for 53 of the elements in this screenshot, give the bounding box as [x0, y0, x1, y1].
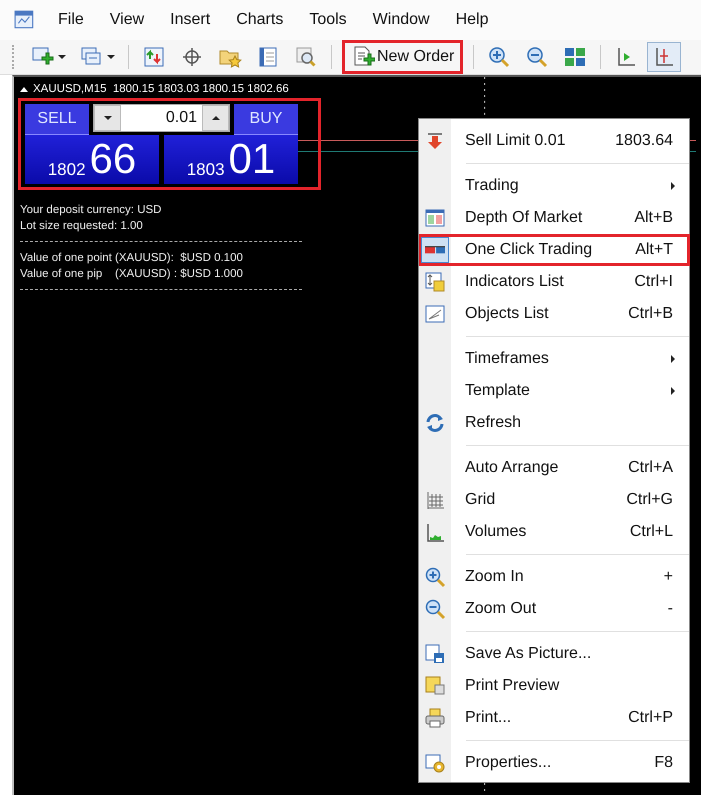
- price-digits: 01: [228, 138, 276, 180]
- refresh-icon: [424, 412, 446, 434]
- info-text: Your deposit currency: USD: [20, 203, 162, 218]
- menu-item[interactable]: Sell Limit 0.01 1803.64: [419, 125, 690, 157]
- axis-cursor-icon[interactable]: [647, 42, 682, 72]
- zoom-in-icon: [424, 566, 446, 588]
- info-text: Value of one point (XAUUSD): $USD 0.100: [20, 251, 244, 266]
- menu-item[interactable]: Objects List Ctrl+B: [419, 298, 690, 330]
- menu-item[interactable]: Depth Of Market Alt+B: [419, 202, 690, 234]
- save-picture-icon: [424, 643, 446, 665]
- info-text: Lot size requested: 1.00: [20, 219, 144, 234]
- menu-item[interactable]: Zoom Out -: [419, 593, 690, 625]
- menu-item[interactable]: View: [100, 11, 160, 29]
- menu-item[interactable]: Zoom In +: [419, 561, 690, 593]
- menu-item[interactable]: Grid Ctrl+G: [419, 484, 690, 516]
- menu-item[interactable]: Window: [362, 11, 446, 29]
- one-click-icon: [425, 246, 445, 254]
- properties-icon: [424, 752, 446, 774]
- info-text: Value of one pip (XAUUSD) : $USD 1.000: [20, 267, 244, 282]
- grid-table-icon: [424, 207, 446, 229]
- menu-item[interactable]: Template: [419, 375, 690, 407]
- price-digits: 66: [90, 138, 136, 180]
- indicator-icon: [424, 271, 446, 293]
- menu-item[interactable]: Refresh: [419, 407, 690, 439]
- app-icon: [14, 9, 36, 31]
- objects-icon: [424, 303, 446, 325]
- chart-title: XAUUSD,M15 1800.15 1803.03 1800.15 1802.66: [33, 83, 289, 95]
- menu-item[interactable]: Charts: [226, 11, 300, 29]
- menu-item[interactable]: Trading: [419, 170, 690, 202]
- menu-item[interactable]: Volumes Ctrl+L: [419, 516, 690, 548]
- menu-item[interactable]: Print Preview: [419, 670, 690, 702]
- menu-item[interactable]: Print... Ctrl+P: [419, 702, 690, 734]
- menu-item[interactable]: One Click Trading Alt+T: [419, 234, 690, 266]
- menu-item[interactable]: Insert: [160, 11, 226, 29]
- menu-item[interactable]: Save As Picture...: [419, 638, 690, 670]
- collapse-icon[interactable]: [20, 86, 28, 92]
- menu-item[interactable]: Properties... F8: [419, 747, 690, 779]
- menu-item[interactable]: Help: [446, 11, 504, 29]
- price-prefix: 1803: [186, 160, 225, 180]
- menu-item[interactable]: Indicators List Ctrl+I: [419, 266, 690, 298]
- price-prefix: 1802: [48, 160, 86, 180]
- menu-item[interactable]: Tools: [299, 11, 363, 29]
- zoom-out-icon: [424, 598, 446, 620]
- menu-item[interactable]: Auto Arrange Ctrl+A: [419, 452, 690, 484]
- sell-price[interactable]: 1802 66: [25, 135, 159, 184]
- buy-button[interactable]: BUY: [234, 104, 298, 135]
- print-preview-icon: [424, 675, 446, 697]
- menu-item[interactable]: File: [48, 11, 100, 29]
- buy-price[interactable]: 1803 01: [164, 135, 298, 184]
- new-order-button[interactable]: New Order: [342, 40, 464, 74]
- menu-item[interactable]: Timeframes: [419, 343, 690, 375]
- printer-icon: [424, 707, 446, 729]
- sell-button[interactable]: SELL: [25, 104, 89, 135]
